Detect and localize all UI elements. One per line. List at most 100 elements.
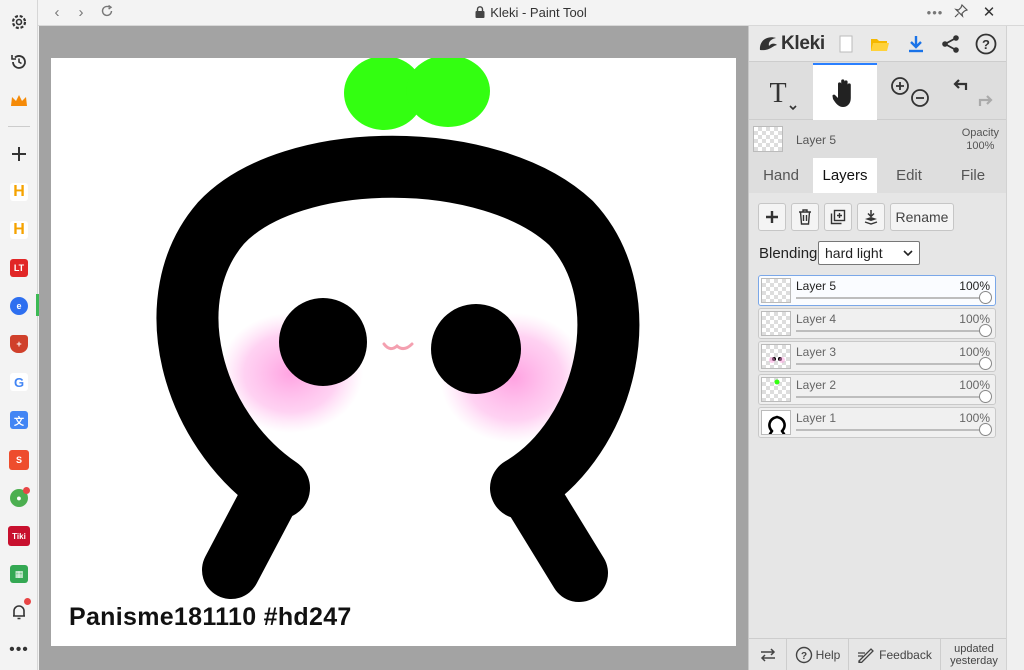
opacity-label: Opacity [961,127,999,139]
blending-select[interactable]: hard light [818,241,920,265]
kleki-logo-icon [759,37,777,51]
drawing-canvas[interactable]: Panisme181110 #hd247 [51,58,736,646]
h-app-icon[interactable]: H [7,218,31,242]
pin-icon[interactable] [952,3,970,22]
help-icon[interactable]: ? [973,31,999,57]
left-eye [279,298,367,386]
tab-hand[interactable]: Hand [749,158,813,193]
history-icon[interactable] [7,50,31,74]
translate-icon[interactable]: 文 [7,408,31,432]
toolbar: T [749,63,1007,120]
open-folder-icon[interactable] [867,31,893,57]
updated-line2: yesterday [950,655,998,667]
hand-icon [832,78,851,107]
tiki-label: Tiki [8,526,30,546]
layer-row[interactable]: Layer 1 100% [758,407,996,438]
tab-file[interactable]: File [941,158,1005,193]
crown-icon[interactable] [7,89,31,113]
help-button[interactable]: ? Help [787,639,849,670]
current-layer-thumbnail [753,126,783,152]
canvas-area[interactable]: Panisme181110 #hd247 [39,26,748,670]
shopee-icon[interactable]: S [7,448,31,472]
duplicate-layer-button[interactable] [824,203,852,231]
browser-sidebar: H H LT e + G 文 S ● Tiki ▦ ••• [0,0,39,670]
zoom-buttons [877,63,941,120]
layer-opacity-slider[interactable] [796,390,992,403]
tab-layers[interactable]: Layers [813,158,877,193]
slider-knob[interactable] [979,390,992,403]
add-icon[interactable] [7,142,31,166]
google-icon[interactable]: G [7,370,31,394]
layer-name: Layer 4 [796,312,837,326]
help-label: Help [815,648,841,662]
redo-icon[interactable] [978,94,993,106]
layer-name: Layer 3 [796,345,837,359]
swap-sides-button[interactable] [749,639,787,670]
undo-icon[interactable] [953,78,968,90]
new-file-icon[interactable] [833,31,859,57]
merge-layer-button[interactable] [857,203,885,231]
left-leg [202,469,298,599]
scrollbar[interactable] [1006,26,1024,670]
layer-row[interactable]: Layer 3 100% [758,341,996,372]
add-layer-button[interactable] [758,203,786,231]
svg-text:T: T [769,78,786,109]
layer-opacity-slider[interactable] [796,324,992,337]
download-icon[interactable] [903,31,929,57]
layer-thumbnail [761,311,791,336]
zoom-out-icon[interactable] [911,88,929,107]
more-options-icon[interactable]: ••• [926,4,944,22]
more-icon[interactable]: ••• [7,638,31,662]
hand-tool-button[interactable] [813,63,877,120]
zoom-in-icon[interactable] [891,76,909,95]
title-bar: ‹ › Kleki - Paint Tool ••• ✕ [38,0,1024,26]
help-circle-icon: ? [795,646,812,664]
layer-opacity-slider[interactable] [796,291,992,304]
layer-opacity-slider[interactable] [796,357,992,370]
blue-app-icon[interactable]: e [7,294,31,318]
updated-info[interactable]: updated yesterday [941,639,1007,670]
slider-knob[interactable] [979,423,992,436]
tiki-icon[interactable]: Tiki [7,524,31,548]
artwork [156,58,640,602]
opacity-value: 100% [966,140,995,152]
duplicate-icon [830,209,846,225]
layer-name: Layer 5 [796,279,837,293]
logo-text: Kleki [781,33,825,54]
right-leg [504,469,608,602]
chevron-down-icon [903,243,913,271]
slider-knob[interactable] [979,291,992,304]
lt-app-icon[interactable]: LT [7,256,31,280]
panel-header: Kleki ? [749,26,1007,62]
rename-button[interactable]: Rename [890,203,954,231]
kleki-logo: Kleki [757,32,825,56]
opacity-display[interactable]: Opacity 100% [962,127,999,153]
sheets-icon[interactable]: ▦ [7,562,31,586]
slider-knob[interactable] [979,357,992,370]
tab-edit[interactable]: Edit [877,158,941,193]
layer-row[interactable]: Layer 2 100% [758,374,996,405]
blending-value: hard light [825,245,883,261]
text-tool-button[interactable]: T [749,63,813,120]
lock-icon [475,6,485,21]
window-title: Kleki - Paint Tool [490,5,587,20]
feedback-button[interactable]: Feedback [849,639,941,670]
sprout-right-leaf [406,58,490,127]
panel-tabs: Hand Layers Edit File [749,158,1007,193]
layer-row[interactable]: Layer 5 100% [758,275,996,306]
close-icon[interactable]: ✕ [980,4,998,22]
mouth [382,342,414,351]
share-icon[interactable] [938,31,964,57]
layer-opacity-slider[interactable] [796,423,992,436]
h-app-icon[interactable]: H [7,180,31,204]
slider-knob[interactable] [979,324,992,337]
layer-name: Layer 2 [796,378,837,392]
shield-app-icon[interactable]: + [7,332,31,356]
layer-row[interactable]: Layer 4 100% [758,308,996,339]
layer-thumbnail [761,410,791,435]
merge-down-icon [864,210,878,225]
layer-thumbnail [761,278,791,303]
feedback-icon [858,648,875,663]
gear-icon[interactable] [7,10,31,34]
delete-layer-button[interactable] [791,203,819,231]
